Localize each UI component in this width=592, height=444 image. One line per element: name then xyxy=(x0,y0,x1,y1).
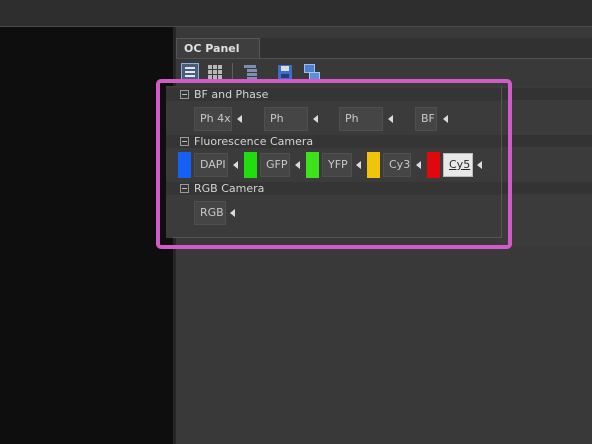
panel-continuation xyxy=(500,86,592,246)
list-view-icon[interactable] xyxy=(181,63,199,81)
network-icon[interactable] xyxy=(302,63,320,81)
list-frame xyxy=(172,86,502,238)
application-top-bar xyxy=(0,0,592,27)
grid-view-icon[interactable] xyxy=(206,63,224,81)
panel-toolbar xyxy=(176,59,592,85)
toolbar-separator xyxy=(232,63,233,81)
tab-oc-panel[interactable]: OC Panel xyxy=(176,38,260,58)
save-icon[interactable] xyxy=(276,63,294,81)
document-icon[interactable] xyxy=(242,63,260,81)
image-viewer-pane xyxy=(0,27,173,444)
